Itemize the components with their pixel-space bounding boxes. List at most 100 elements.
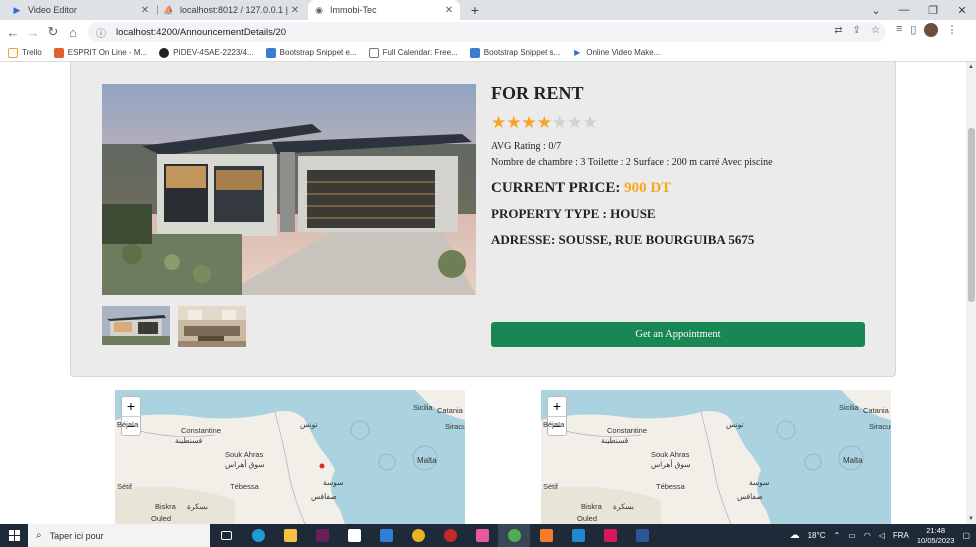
language-indicator[interactable]: FRA bbox=[893, 531, 909, 540]
map-label: Tébessa bbox=[230, 482, 259, 491]
bookmark-github[interactable]: PIDEV-4SAE-2223/4... bbox=[159, 47, 254, 58]
star-empty-icon[interactable]: ★ bbox=[567, 113, 582, 132]
map-label: Sicilia bbox=[413, 403, 433, 412]
rating-stars[interactable]: ★★★★★★★ bbox=[491, 113, 881, 133]
property-thumbnail-exterior[interactable] bbox=[102, 306, 170, 345]
star-icon[interactable]: ★ bbox=[491, 113, 506, 132]
scroll-up-icon[interactable]: ▲ bbox=[966, 64, 976, 70]
minimize-button[interactable]: — bbox=[890, 0, 918, 20]
taskbar-store[interactable] bbox=[338, 524, 370, 547]
tab-video-editor[interactable]: ▶ Video Editor ✕ bbox=[6, 0, 156, 20]
current-price: CURRENT PRICE: 900 DT bbox=[491, 180, 881, 197]
tab-search-chevron-icon[interactable]: ⌄ bbox=[862, 0, 890, 20]
maximize-button[interactable]: ❐ bbox=[919, 0, 947, 20]
bookmark-bootstrap-2[interactable]: Bootstrap Snippet s... bbox=[469, 47, 560, 58]
star-icon[interactable]: ★ bbox=[537, 113, 552, 132]
map-label: سوق أهراس bbox=[225, 460, 265, 469]
share-icon[interactable]: ⇪ bbox=[853, 25, 861, 36]
scrollbar-thumb[interactable] bbox=[968, 128, 975, 302]
star-empty-icon[interactable]: ★ bbox=[552, 113, 567, 132]
taskbar-vscode[interactable] bbox=[562, 524, 594, 547]
announcement-card: FOR RENT ★★★★★★★ AVG Rating : 0/7 Nombre… bbox=[70, 62, 896, 377]
scroll-down-icon[interactable]: ▼ bbox=[966, 516, 976, 522]
taskbar-app-gradient[interactable] bbox=[466, 524, 498, 547]
taskbar-xampp[interactable] bbox=[530, 524, 562, 547]
battery-icon[interactable]: ▭ bbox=[848, 531, 856, 540]
taskbar-chrome-active[interactable] bbox=[498, 524, 530, 547]
map-label: Béjaïa bbox=[117, 420, 139, 429]
tab-phpmyadmin[interactable]: ⛵ localhost:8012 / 127.0.0.1 | phpM ✕ bbox=[158, 0, 306, 20]
map-zoom-control: + − bbox=[121, 396, 141, 436]
bookmark-star-icon[interactable]: ☆ bbox=[871, 25, 880, 36]
bookmark-video-maker[interactable]: ▶ Online Video Make... bbox=[572, 48, 660, 58]
bookmark-trello[interactable]: Trello bbox=[8, 47, 42, 58]
taskbar-word[interactable] bbox=[626, 524, 658, 547]
map-label: سوسة bbox=[323, 478, 344, 487]
taskbar-video-editor[interactable] bbox=[306, 524, 338, 547]
bookmark-esprit[interactable]: ESPRIT On Line - M... bbox=[53, 47, 148, 58]
bootstrap-snippet-icon bbox=[469, 47, 480, 58]
chevron-up-icon[interactable]: ⌃ bbox=[833, 531, 840, 540]
get-appointment-button[interactable]: Get an Appointment bbox=[491, 322, 865, 347]
windows-taskbar: ⌕ Taper ici pour ☁ 18°C ⌃ ▭ ◠ ◁ FRA 21:4… bbox=[0, 524, 976, 547]
weather-temp[interactable]: 18°C bbox=[808, 531, 826, 540]
page-viewport: FOR RENT ★★★★★★★ AVG Rating : 0/7 Nombre… bbox=[0, 62, 976, 524]
taskbar-edge[interactable] bbox=[242, 524, 274, 547]
task-view-button[interactable] bbox=[210, 524, 242, 547]
star-icon[interactable]: ★ bbox=[522, 113, 537, 132]
clock[interactable]: 21:48 10/05/2023 bbox=[917, 526, 955, 546]
home-button[interactable]: ⌂ bbox=[64, 23, 82, 41]
search-placeholder: Taper ici pour bbox=[49, 530, 104, 541]
close-icon[interactable]: ✕ bbox=[140, 5, 150, 16]
close-icon[interactable]: ✕ bbox=[444, 5, 454, 16]
map-left[interactable]: + − Sicilia Catania Siracus Constantine … bbox=[115, 390, 465, 524]
property-main-image[interactable] bbox=[102, 84, 476, 295]
star-icon[interactable]: ★ bbox=[506, 113, 521, 132]
trello-icon bbox=[8, 47, 18, 58]
taskbar-app-red[interactable] bbox=[434, 524, 466, 547]
map-label: Constantine bbox=[607, 426, 648, 435]
media-icon[interactable]: ≡ bbox=[896, 23, 902, 37]
new-tab-button[interactable]: + bbox=[467, 0, 483, 20]
bookmark-label: Trello bbox=[22, 48, 42, 57]
back-button[interactable]: ← bbox=[4, 23, 22, 41]
volume-icon[interactable]: ◁ bbox=[879, 531, 885, 540]
map-label: Biskra bbox=[155, 502, 176, 511]
property-thumbnail-interior[interactable] bbox=[178, 306, 246, 347]
side-panel-icon[interactable]: ▯ bbox=[910, 23, 916, 37]
map-right[interactable]: + − Sicilia Catania Siracus Constantine … bbox=[541, 390, 891, 524]
translate-icon[interactable]: ⇄ bbox=[834, 25, 842, 36]
close-icon[interactable]: ✕ bbox=[290, 5, 300, 16]
menu-icon[interactable]: ⋮ bbox=[946, 23, 957, 37]
zoom-in-button[interactable]: + bbox=[548, 397, 566, 416]
wifi-icon[interactable]: ◠ bbox=[864, 531, 871, 540]
map-label: تونس bbox=[300, 420, 318, 429]
avg-rating: AVG Rating : 0/7 bbox=[491, 141, 562, 152]
info-icon[interactable]: ⓘ bbox=[96, 25, 108, 40]
forward-button[interactable]: → bbox=[24, 23, 42, 41]
map-label: Souk Ahras bbox=[225, 450, 264, 459]
close-window-button[interactable]: ✕ bbox=[948, 0, 976, 20]
taskbar-explorer[interactable] bbox=[274, 524, 306, 547]
map-label: Ouled bbox=[577, 514, 598, 523]
zoom-in-button[interactable]: + bbox=[122, 397, 140, 416]
tab-immobi-tec[interactable]: ◉ Immobi-Tec ✕ bbox=[308, 0, 460, 20]
map-label: Tébessa bbox=[656, 482, 685, 491]
windows-start-button[interactable] bbox=[0, 524, 28, 547]
bookmark-label: ESPRIT On Line - M... bbox=[67, 48, 148, 57]
search-icon: ⌕ bbox=[36, 530, 42, 541]
address-bar[interactable]: ⓘ localhost:4200/AnnouncementDetails/20 … bbox=[88, 22, 886, 42]
bookmark-bootstrap-1[interactable]: Bootstrap Snippet e... bbox=[265, 47, 357, 58]
avatar[interactable] bbox=[924, 23, 939, 37]
bookmark-full-calendar[interactable]: Full Calendar: Free... bbox=[368, 47, 458, 58]
taskbar-mail[interactable] bbox=[370, 524, 402, 547]
taskbar-search[interactable]: ⌕ Taper ici pour bbox=[28, 524, 210, 547]
taskbar-chrome[interactable] bbox=[402, 524, 434, 547]
weather-icon[interactable]: ☁ bbox=[790, 530, 800, 541]
notifications-icon[interactable]: ▢ bbox=[962, 531, 970, 540]
page-scrollbar[interactable]: ▲ ▼ bbox=[966, 62, 976, 524]
clock-date: 10/05/2023 bbox=[916, 535, 955, 545]
star-empty-icon[interactable]: ★ bbox=[583, 113, 598, 132]
taskbar-intellij[interactable] bbox=[594, 524, 626, 547]
reload-button[interactable]: ↻ bbox=[44, 23, 62, 41]
